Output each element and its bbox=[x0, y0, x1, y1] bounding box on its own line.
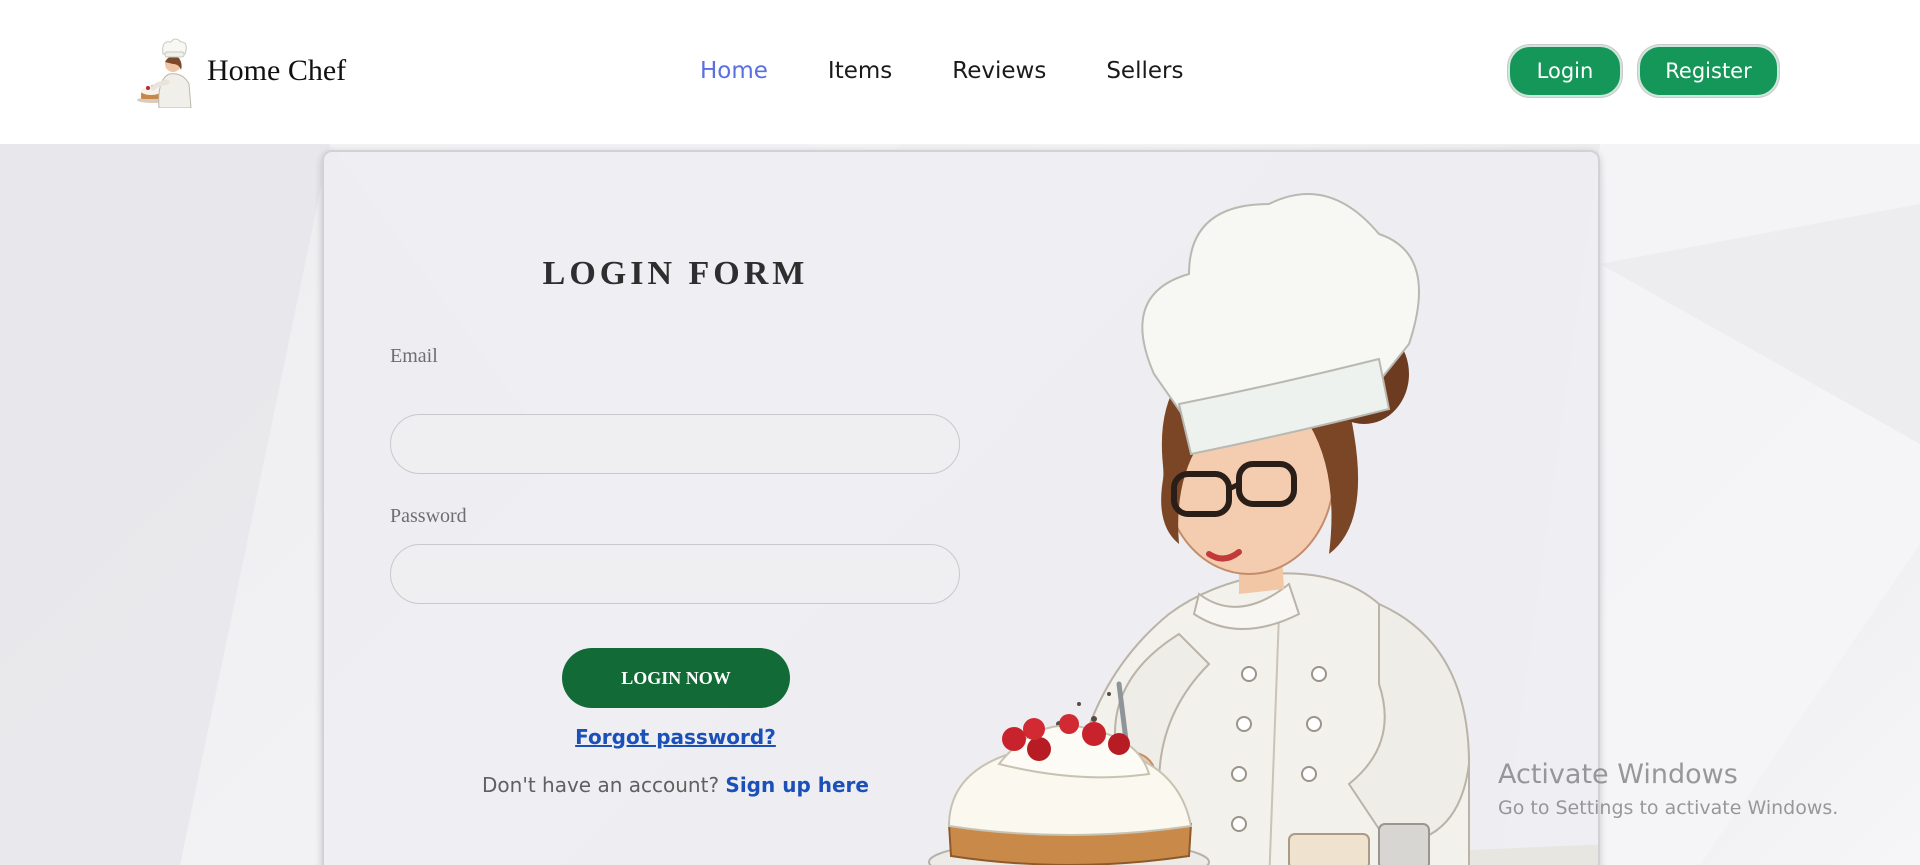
nav-link-home[interactable]: Home bbox=[700, 55, 768, 87]
auth-buttons: Login Register bbox=[1508, 45, 1779, 97]
login-button[interactable]: Login bbox=[1508, 45, 1622, 97]
watermark-title: Activate Windows bbox=[1498, 759, 1738, 790]
watermark-subtitle: Go to Settings to activate Windows. bbox=[1498, 797, 1839, 819]
form-title: LOGIN FORM bbox=[542, 255, 809, 292]
chef-logo-icon bbox=[137, 38, 192, 108]
login-now-button[interactable]: LOGIN NOW bbox=[562, 648, 790, 708]
forgot-password-link[interactable]: Forgot password? bbox=[575, 725, 776, 749]
nav-link-items[interactable]: Items bbox=[828, 55, 892, 87]
nav-link-sellers[interactable]: Sellers bbox=[1106, 55, 1183, 87]
signup-link[interactable]: Sign up here bbox=[725, 773, 869, 797]
main-nav: Home Items Reviews Sellers bbox=[700, 55, 1243, 87]
activate-windows-watermark: Activate Windows Go to Settings to activ… bbox=[1498, 758, 1838, 822]
forgot-password-row: Forgot password? bbox=[324, 725, 1027, 749]
email-label: Email bbox=[390, 345, 438, 367]
email-field[interactable] bbox=[390, 414, 960, 474]
signup-prompt: Don't have an account? bbox=[482, 773, 726, 797]
signup-row: Don't have an account? Sign up here bbox=[324, 773, 1027, 797]
password-label: Password bbox=[390, 505, 467, 527]
brand[interactable]: Home Chef bbox=[133, 34, 346, 108]
register-button[interactable]: Register bbox=[1638, 45, 1779, 97]
nav-link-reviews[interactable]: Reviews bbox=[952, 55, 1046, 87]
site-header: Home Chef Home Items Reviews Sellers Log… bbox=[0, 0, 1920, 144]
password-field[interactable] bbox=[390, 544, 960, 604]
brand-name: Home Chef bbox=[207, 54, 347, 87]
login-card: LOGIN FORM Email Password LOGIN NOW Forg… bbox=[322, 150, 1600, 865]
